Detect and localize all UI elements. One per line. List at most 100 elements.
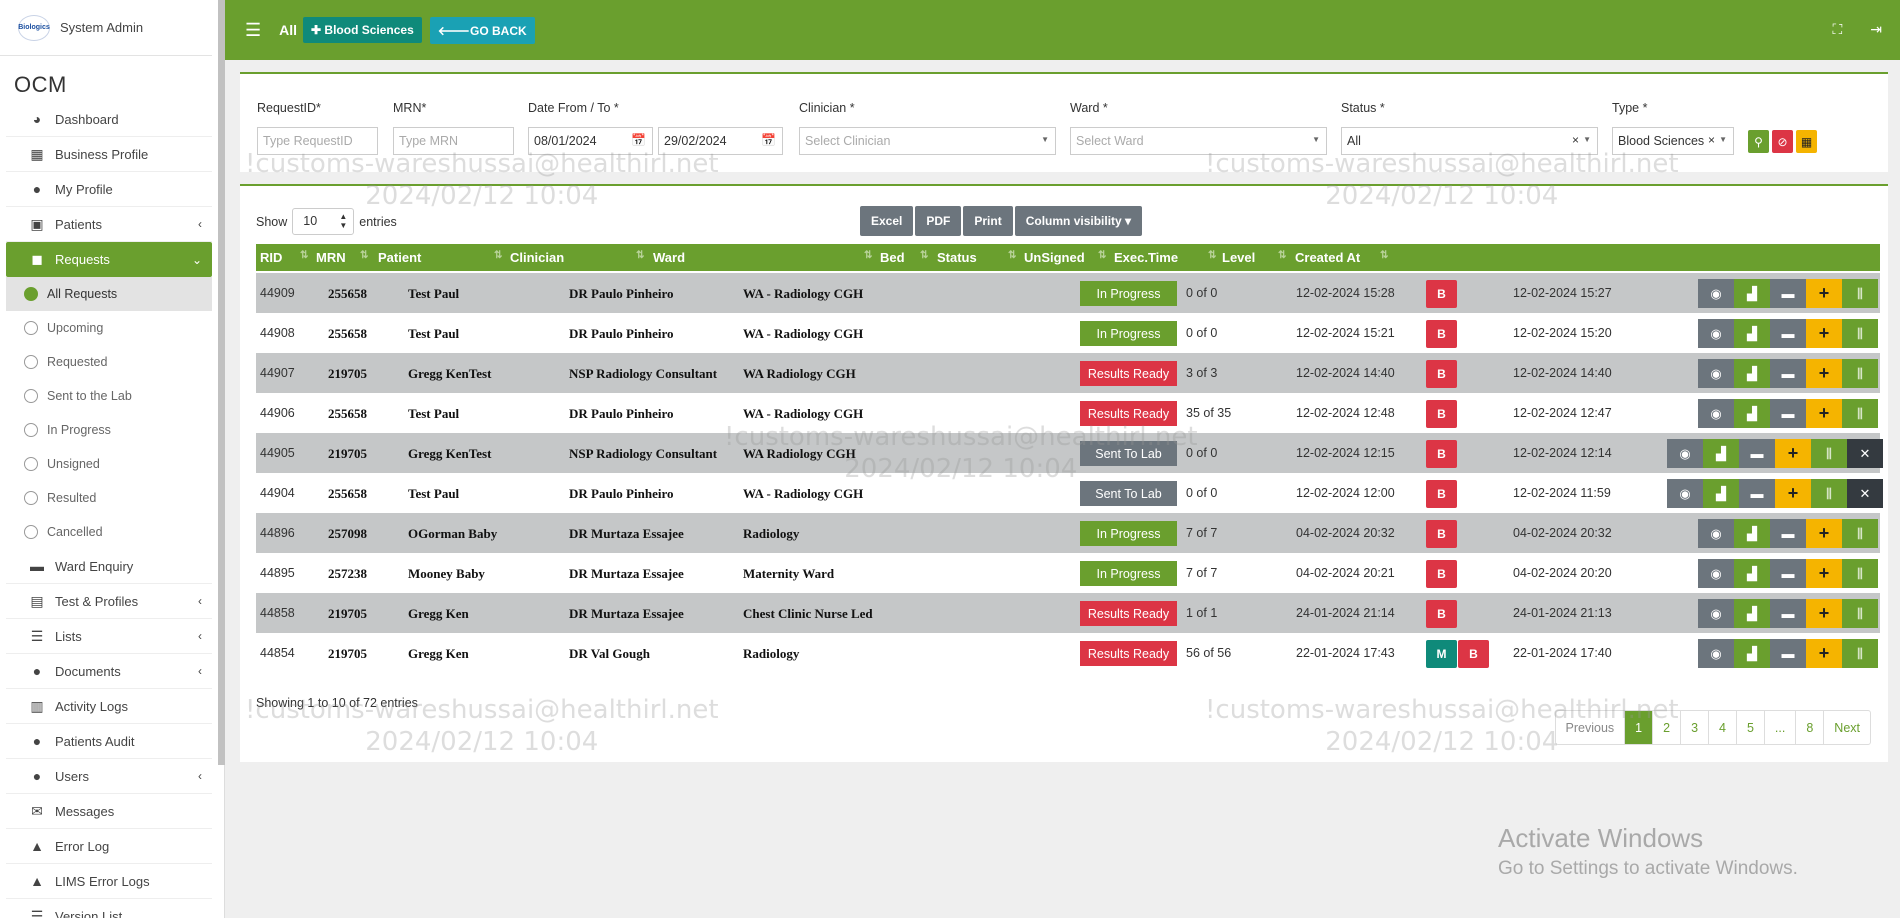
sidebar-item-messages[interactable]: ✉ Messages [6, 794, 212, 829]
view-icon[interactable]: ◉ [1698, 559, 1734, 588]
view-icon[interactable]: ◉ [1667, 479, 1703, 508]
pagination-page-2[interactable]: 2 [1652, 711, 1680, 744]
bed-icon[interactable]: ▬ [1770, 279, 1806, 308]
column-header-status[interactable]: Status [937, 250, 977, 265]
mrn-input[interactable]: Type MRN [393, 127, 514, 155]
close-icon[interactable]: ✕ [1847, 479, 1883, 508]
sort-icon[interactable]: ⇅ [636, 250, 644, 261]
clear-icon[interactable]: × [1708, 133, 1715, 147]
view-icon[interactable]: ◉ [1698, 639, 1734, 668]
add-icon[interactable]: + [1806, 279, 1842, 308]
pagination-page-1[interactable]: 1 [1624, 711, 1653, 744]
sidebar-scrollbar[interactable] [218, 0, 225, 765]
sort-icon[interactable]: ⇅ [300, 250, 308, 261]
calendar-icon[interactable]: 📅 [761, 133, 776, 147]
sidebar-subitem-unsigned[interactable]: Unsigned [6, 447, 212, 481]
tubes-icon[interactable]: ⫼ [1842, 639, 1878, 668]
pdf-button[interactable]: PDF [915, 206, 962, 236]
chart-icon[interactable]: ▟ [1703, 479, 1739, 508]
sidebar-item-my-profile[interactable]: ● My Profile [6, 172, 212, 207]
sidebar-item-requests[interactable]: ◼ Requests ⌄ [6, 242, 212, 277]
pagination-page-3[interactable]: 3 [1680, 711, 1708, 744]
bed-icon[interactable]: ▬ [1770, 399, 1806, 428]
view-icon[interactable]: ◉ [1667, 439, 1703, 468]
column-header-created-at[interactable]: Created At [1295, 250, 1360, 265]
ward-select[interactable]: Select Ward ▼ [1070, 127, 1327, 155]
blood-sciences-button[interactable]: ✚ Blood Sciences [303, 17, 422, 43]
column-header-patient[interactable]: Patient [378, 250, 421, 265]
chart-icon[interactable]: ▟ [1734, 279, 1770, 308]
logout-icon[interactable]: ⇥ [1870, 21, 1882, 38]
sidebar-subitem-all-requests[interactable]: All Requests [6, 277, 212, 311]
bed-icon[interactable]: ▬ [1770, 559, 1806, 588]
chart-icon[interactable]: ▟ [1734, 399, 1770, 428]
sort-icon[interactable]: ⇅ [864, 250, 872, 261]
tubes-icon[interactable]: ⫼ [1811, 479, 1847, 508]
sidebar-subitem-cancelled[interactable]: Cancelled [6, 515, 212, 549]
search-button[interactable]: ⚲ [1748, 130, 1769, 153]
sort-icon[interactable]: ⇅ [1008, 250, 1016, 261]
bed-icon[interactable]: ▬ [1739, 439, 1775, 468]
bed-icon[interactable]: ▬ [1770, 319, 1806, 348]
view-icon[interactable]: ◉ [1698, 279, 1734, 308]
sidebar-item-ward-enquiry[interactable]: ▬ Ward Enquiry [6, 549, 212, 584]
column-header-ward[interactable]: Ward [653, 250, 685, 265]
pagination-page-5[interactable]: 5 [1735, 711, 1764, 744]
column-header-unsigned[interactable]: UnSigned [1024, 250, 1085, 265]
date-to-input[interactable]: 29/02/2024 📅 [658, 127, 783, 155]
all-tab[interactable]: All [279, 22, 297, 38]
tubes-icon[interactable]: ⫼ [1842, 599, 1878, 628]
view-icon[interactable]: ◉ [1698, 359, 1734, 388]
chart-icon[interactable]: ▟ [1734, 639, 1770, 668]
column-header-mrn[interactable]: MRN [316, 250, 346, 265]
chart-icon[interactable]: ▟ [1703, 439, 1739, 468]
add-icon[interactable]: + [1806, 359, 1842, 388]
reset-button[interactable]: ⊘ [1772, 130, 1793, 153]
column-visibility-button[interactable]: Column visibility ▾ [1014, 206, 1143, 236]
date-from-input[interactable]: 08/01/2024 📅 [528, 127, 653, 155]
chart-icon[interactable]: ▟ [1734, 559, 1770, 588]
sidebar-item-documents[interactable]: ● Documents ‹ [6, 654, 212, 689]
bed-icon[interactable]: ▬ [1770, 519, 1806, 548]
sidebar-item-activity-logs[interactable]: ▥ Activity Logs [6, 689, 212, 724]
type-select[interactable]: Blood Sciences × ▼ [1612, 127, 1734, 155]
add-icon[interactable]: + [1806, 559, 1842, 588]
view-icon[interactable]: ◉ [1698, 399, 1734, 428]
add-icon[interactable]: + [1806, 399, 1842, 428]
chart-icon[interactable]: ▟ [1734, 519, 1770, 548]
sidebar-subitem-sent-to-the-lab[interactable]: Sent to the Lab [6, 379, 212, 413]
bed-icon[interactable]: ▬ [1739, 479, 1775, 508]
hamburger-menu-icon[interactable]: ☰ [245, 20, 261, 41]
add-icon[interactable]: + [1806, 639, 1842, 668]
tubes-icon[interactable]: ⫼ [1811, 439, 1847, 468]
go-back-button[interactable]: 🡐GO BACK [429, 16, 535, 44]
sort-icon[interactable]: ⇅ [494, 250, 502, 261]
sidebar-subitem-upcoming[interactable]: Upcoming [6, 311, 212, 345]
sidebar-subitem-in-progress[interactable]: In Progress [6, 413, 212, 447]
chart-icon[interactable]: ▟ [1734, 599, 1770, 628]
pagination-page-8[interactable]: 8 [1795, 711, 1823, 744]
sort-icon[interactable]: ⇅ [1098, 250, 1106, 261]
sidebar-item-business-profile[interactable]: ▦ Business Profile [6, 137, 212, 172]
sort-icon[interactable]: ⇅ [1208, 250, 1216, 261]
calendar-icon[interactable]: 📅 [631, 133, 646, 147]
sort-icon[interactable]: ⇅ [1380, 250, 1388, 261]
sidebar-item-lists[interactable]: ☰ Lists ‹ [6, 619, 212, 654]
column-header-clinician[interactable]: Clinician [510, 250, 564, 265]
sidebar-item-patients[interactable]: ▣ Patients ‹ [6, 207, 212, 242]
page-length-select[interactable]: 10 ▲ ▼ [292, 208, 355, 235]
sidebar-item-lims-error-logs[interactable]: ▲ LIMS Error Logs [6, 864, 212, 899]
view-icon[interactable]: ◉ [1698, 599, 1734, 628]
clinician-select[interactable]: Select Clinician ▼ [799, 127, 1056, 155]
tubes-icon[interactable]: ⫼ [1842, 399, 1878, 428]
sidebar-item-patients-audit[interactable]: ● Patients Audit [6, 724, 212, 759]
add-icon[interactable]: + [1775, 479, 1811, 508]
tubes-icon[interactable]: ⫼ [1842, 559, 1878, 588]
chart-icon[interactable]: ▟ [1734, 319, 1770, 348]
print-button[interactable]: Print [963, 206, 1013, 236]
sidebar-subitem-resulted[interactable]: Resulted [6, 481, 212, 515]
sidebar-item-error-log[interactable]: ▲ Error Log [6, 829, 212, 864]
close-icon[interactable]: ✕ [1847, 439, 1883, 468]
sidebar-subitem-requested[interactable]: Requested [6, 345, 212, 379]
excel-button[interactable]: Excel [860, 206, 914, 236]
